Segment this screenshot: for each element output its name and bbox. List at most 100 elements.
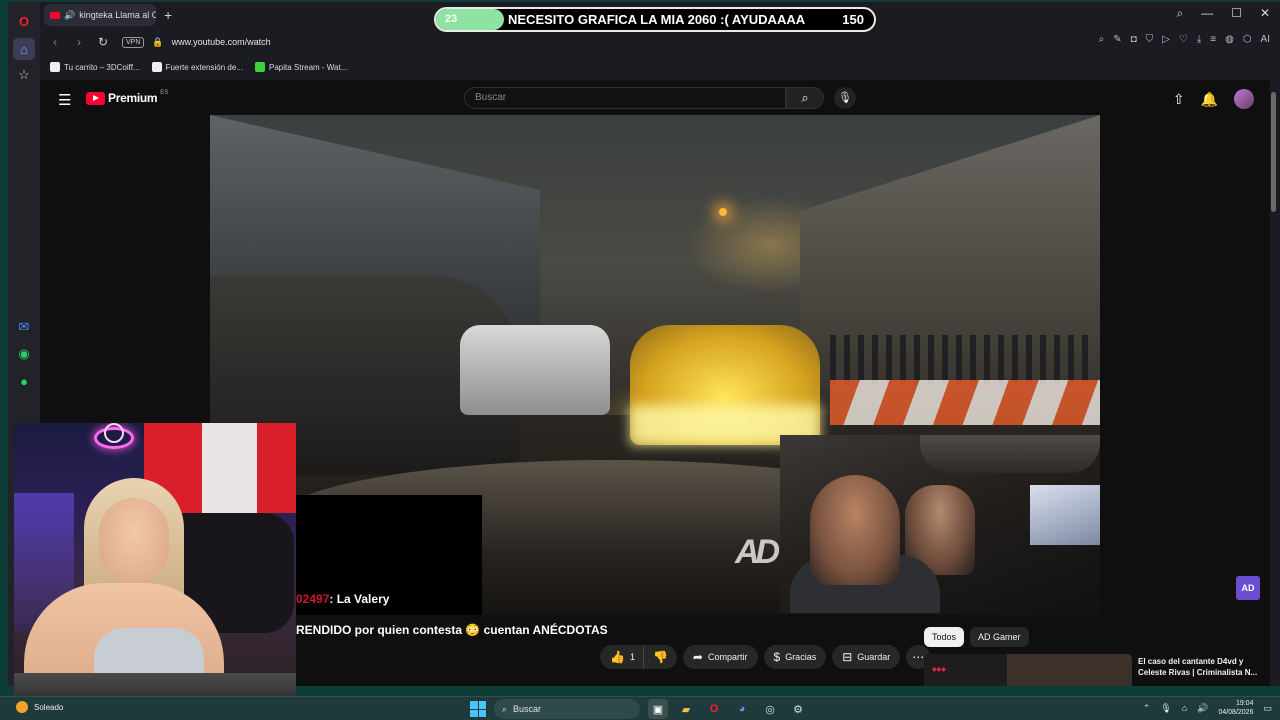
task-view-icon[interactable]: ▣	[648, 699, 668, 719]
edit-icon[interactable]: ✎	[1113, 34, 1121, 45]
windows-start-icon[interactable]	[470, 701, 486, 717]
lock-icon[interactable]: 🔒	[152, 37, 163, 48]
video-inset-camera	[780, 435, 1100, 613]
avatar[interactable]	[1234, 89, 1254, 109]
network-icon[interactable]: ⌂	[1182, 703, 1187, 713]
bookmark-item[interactable]: Papita Stream - Wat...	[254, 62, 347, 72]
microphone-icon[interactable]: 🎙	[1160, 703, 1171, 714]
scrollbar-thumb[interactable]	[1271, 92, 1276, 212]
like-button[interactable]: 👍 1	[600, 645, 643, 669]
discord-icon[interactable]: ◕	[732, 699, 752, 719]
tab-active[interactable]: 🔊 kingteka Llama al CEV	[44, 4, 156, 26]
new-tab-icon[interactable]: +	[164, 7, 172, 23]
more-icon: ⋯	[912, 650, 925, 664]
weather-label: Soleado	[34, 702, 64, 712]
bookmark-label: Fuerte extensión de...	[165, 62, 243, 72]
play-icon[interactable]: ▷	[1162, 34, 1170, 45]
window-controls: ⌕ — ☐ ✕	[1176, 6, 1270, 21]
opera-logo-icon[interactable]: O	[13, 10, 35, 32]
menu-icon[interactable]: ≡	[1210, 34, 1216, 45]
youtube-play-icon	[86, 91, 105, 105]
opera-browser-icon[interactable]: O	[704, 699, 724, 719]
weather-widget[interactable]: Soleado	[16, 701, 63, 713]
search-input[interactable]: Buscar	[464, 87, 786, 109]
youtube-logo[interactable]: Premium ES	[86, 90, 169, 105]
upload-icon[interactable]: ⇧	[1173, 91, 1185, 108]
flag-stripe	[257, 423, 296, 513]
tray-overflow-icon[interactable]: ⌃	[1143, 703, 1151, 714]
save-button[interactable]: ⊟ Guardar	[832, 645, 901, 669]
thumbs-up-icon: 👍	[610, 650, 625, 664]
chat-text: : La Valery	[329, 592, 390, 606]
bookmarks-bar: Tu carrito – 3DCoiff... Fuerte extensión…	[40, 56, 1280, 78]
video-actions: 👍 1 👎 ➦ Compartir $ Gracias ⊟ Guardar ⋯	[600, 645, 931, 669]
back-icon[interactable]: ‹	[46, 35, 64, 49]
video-scene-barrier	[830, 380, 1100, 425]
ai-button[interactable]: AI	[1261, 34, 1270, 45]
camera-icon[interactable]: ◘	[1131, 34, 1137, 45]
maximize-icon[interactable]: ☐	[1231, 6, 1242, 21]
share-button[interactable]: ➦ Compartir	[682, 645, 758, 669]
shield-icon[interactable]: ⛉	[1146, 34, 1154, 45]
star-icon[interactable]: ☆	[13, 64, 35, 86]
search-button[interactable]: ⌕	[786, 87, 824, 109]
hamburger-menu-icon[interactable]: ☰	[58, 91, 71, 109]
recommended-video[interactable]: ◆◆◆ El caso del cantante D4vd y Celeste …	[924, 654, 1257, 686]
share-label: Compartir	[707, 652, 748, 662]
home-icon[interactable]: ⌂	[13, 38, 35, 60]
bookmark-item[interactable]: Fuerte extensión de...	[151, 62, 243, 72]
dislike-button[interactable]: 👎	[642, 645, 677, 669]
thumbnail-logo-icon: ◆◆◆	[932, 667, 946, 673]
recommended-title[interactable]: El caso del cantante D4vd y Celeste Riva…	[1138, 656, 1258, 678]
goal-progress-pill: 23	[436, 9, 504, 30]
goal-text: NECESITO GRAFICA LA MIA 2060 :( AYUDAAAA	[508, 12, 806, 27]
tab-title: kingteka Llama al CEV	[79, 10, 156, 20]
search-icon: ⌕	[801, 90, 809, 105]
zoom-icon[interactable]: ⌕	[1099, 34, 1105, 45]
file-explorer-icon[interactable]: ▰	[676, 699, 696, 719]
chip-channel[interactable]: AD Gamer	[970, 627, 1029, 647]
reload-icon[interactable]: ↻	[94, 35, 112, 49]
taskbar-search-label: Buscar	[513, 704, 542, 714]
recommended-thumbnail[interactable]: ◆◆◆	[924, 654, 1132, 686]
bookmark-icon: ⊟	[842, 650, 853, 664]
url-field[interactable]: www.youtube.com/watch	[172, 37, 271, 47]
voice-search-button[interactable]: 🎙	[834, 87, 856, 109]
whatsapp-icon[interactable]: ◉	[13, 343, 35, 365]
youtube-brand: Premium	[108, 91, 158, 105]
forward-icon[interactable]: ›	[70, 35, 88, 49]
header-actions: ⇧ 🔔	[1173, 89, 1254, 109]
region-label: ES	[160, 90, 169, 96]
inset-person	[810, 475, 900, 585]
neon-planet-core	[104, 423, 124, 443]
profile-icon[interactable]: ◍	[1225, 34, 1234, 45]
bookmark-item[interactable]: Tu carrito – 3DCoiff...	[50, 62, 140, 72]
obs-icon[interactable]: ◎	[760, 699, 780, 719]
extensions-icon[interactable]: ⬡	[1243, 34, 1252, 45]
spotify-icon[interactable]: ●	[13, 370, 35, 392]
vpn-badge[interactable]: VPN	[122, 36, 145, 48]
messenger-icon[interactable]: ✉	[13, 316, 35, 338]
minimize-icon[interactable]: —	[1201, 6, 1213, 21]
settings-gear-icon[interactable]: ⚙	[788, 699, 808, 719]
address-bar-tools: ⌕ ✎ ◘ ⛉ ▷ ♡ ⤓ ≡ ◍ ⬡ AI	[1099, 34, 1270, 45]
search-tabs-icon[interactable]: ⌕	[1176, 6, 1183, 21]
speaker-icon: 🔊	[64, 9, 76, 20]
close-icon[interactable]: ✕	[1260, 6, 1270, 21]
heart-icon[interactable]: ♡	[1179, 34, 1188, 45]
thanks-button[interactable]: $ Gracias	[763, 645, 827, 669]
windows-taskbar: Soleado ⌕ Buscar ▣ ▰ O ◕ ◎ ⚙ ⌃ 🎙 ⌂ 🔊 19:…	[0, 696, 1280, 720]
page-scrollbar[interactable]	[1270, 80, 1278, 684]
taskbar-search[interactable]: ⌕ Buscar	[494, 699, 640, 719]
video-scene-suv	[460, 325, 610, 415]
bell-icon[interactable]: 🔔	[1201, 91, 1218, 108]
volume-icon[interactable]: 🔊	[1197, 703, 1208, 714]
clock[interactable]: 19:04 04/08/2026	[1218, 699, 1253, 717]
thumbs-down-icon: 👎	[652, 650, 668, 664]
share-icon: ➦	[692, 650, 703, 664]
like-count: 1	[629, 652, 635, 662]
download-icon[interactable]: ⤓	[1197, 34, 1201, 45]
notifications-icon[interactable]: ▭	[1263, 703, 1272, 714]
sun-icon	[16, 701, 28, 713]
chip-todos[interactable]: Todos	[924, 627, 965, 647]
